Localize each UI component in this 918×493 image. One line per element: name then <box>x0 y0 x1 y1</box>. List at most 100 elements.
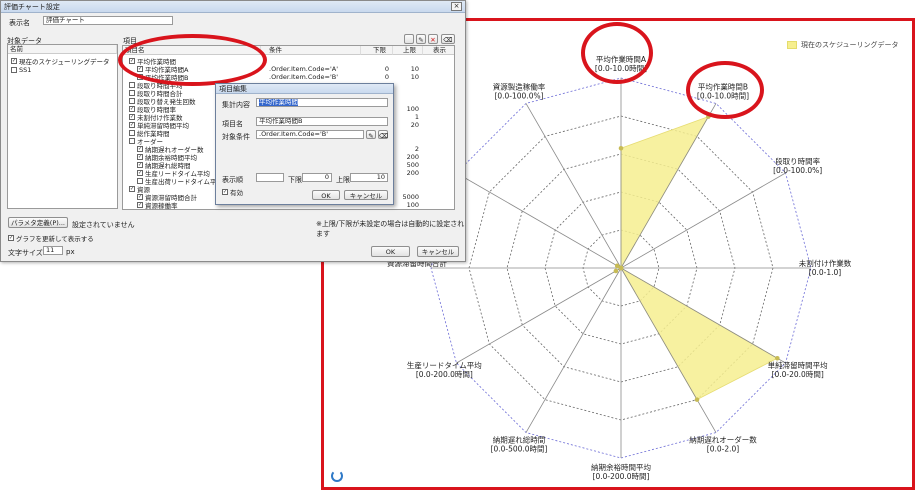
axis-label: 段取り時間率 <box>775 156 820 166</box>
checkbox-icon[interactable]: ✓ <box>137 162 143 168</box>
data-area <box>615 115 779 401</box>
axis-spoke <box>525 103 622 269</box>
refresh-icon[interactable] <box>331 470 343 482</box>
tree-row-label: 資源稼働率 <box>145 202 178 210</box>
axis-spoke <box>456 172 622 269</box>
axis-spoke <box>525 267 622 433</box>
tree-row-upper: 100 <box>406 201 419 209</box>
data-point <box>775 355 780 361</box>
data-point <box>694 397 700 402</box>
name-input[interactable]: 評価チャート <box>43 16 173 25</box>
close-icon[interactable]: × <box>451 2 462 11</box>
edit-condition-icon[interactable]: ✎ <box>366 130 376 140</box>
edit-icon[interactable]: ✎ <box>416 34 426 44</box>
order-input[interactable] <box>256 173 284 182</box>
target-item[interactable]: ✓ 現在のスケジューリングデータ <box>11 57 110 66</box>
checkbox-icon[interactable]: ✓ <box>222 189 228 195</box>
tree-row-upper: 2 <box>414 145 419 153</box>
tree-row-label: 生産出荷リードタイム平均 <box>145 178 223 186</box>
axis-label: 納期余裕時間平均 <box>591 462 651 472</box>
order-label: 表示順 <box>222 176 243 184</box>
checkbox-icon[interactable] <box>129 130 135 136</box>
tree-row-lower: 0 <box>384 73 389 81</box>
checkbox-icon[interactable]: ✓ <box>137 146 143 152</box>
cancel-button[interactable]: キャンセル <box>417 246 459 257</box>
tree-row-upper: 20 <box>410 121 419 129</box>
axis-spoke <box>456 267 622 364</box>
checkbox-icon[interactable] <box>129 82 135 88</box>
target-list: 名前 ✓ 現在のスケジューリングデータ SS1 <box>7 44 118 209</box>
axis-label: 納期遅れオーダー数 <box>689 435 757 445</box>
checkbox-icon[interactable]: ✓ <box>129 186 135 192</box>
dialog-titlebar[interactable]: 評価チャート設定 × <box>1 1 465 13</box>
lower-label: 下限 <box>288 176 302 184</box>
data-point <box>613 268 619 274</box>
tree-row-lower: 0 <box>384 65 389 73</box>
axis-label: 生産リードタイム平均 <box>407 360 482 370</box>
tree-row-upper: 200 <box>406 153 419 161</box>
clear-condition-icon[interactable]: ⌫ <box>378 130 388 140</box>
column-header[interactable]: 上限 <box>393 46 423 55</box>
highlight-ellipse-tree <box>118 34 267 86</box>
param-definition-button[interactable]: パラメタ定義(P)... <box>8 217 68 228</box>
tree-row-upper: 5000 <box>402 193 419 201</box>
ok-button[interactable]: OK <box>371 246 410 257</box>
column-header[interactable]: 表示 <box>423 46 454 55</box>
tree-row-upper: 10 <box>410 73 419 81</box>
subdialog-titlebar[interactable]: 項目編集 <box>216 84 393 94</box>
tree-row-upper: 200 <box>406 169 419 177</box>
subdialog-cancel-button[interactable]: キャンセル <box>344 190 388 200</box>
cond-input[interactable]: .Order.Item.Code='B' <box>256 130 364 139</box>
checkbox-icon[interactable]: ✓ <box>8 235 14 241</box>
axis-range-label: [0.0-100.0%] <box>773 166 822 175</box>
calc-select[interactable]: 平均作業時間 <box>256 98 388 107</box>
data-point <box>618 146 624 151</box>
tree-row-upper: 1 <box>414 113 419 121</box>
checkbox-icon[interactable] <box>129 90 135 96</box>
column-header[interactable]: 下限 <box>361 46 393 55</box>
lower-input[interactable]: 0 <box>302 173 332 182</box>
param-status: 設定されていません <box>72 221 135 229</box>
checkbox-icon[interactable]: ✓ <box>137 170 143 176</box>
checkbox-icon[interactable]: ✓ <box>129 114 135 120</box>
tree-row[interactable]: ✓ 資源稼働率 <box>137 201 178 209</box>
subdialog-ok-button[interactable]: OK <box>312 190 340 200</box>
checkbox-icon[interactable]: ✓ <box>129 122 135 128</box>
data-point <box>618 265 624 271</box>
tree-row-condition: .Order.Item.Code='A' <box>269 65 338 73</box>
enabled-check[interactable]: ✓ 有効 <box>222 188 243 197</box>
note-text: ※上限/下限が未設定の場合は自動的に設定されます <box>316 220 465 238</box>
axis-label: 未割付け作業数 <box>799 258 852 268</box>
cond-label: 対象条件 <box>222 133 250 141</box>
new-item-icon[interactable] <box>404 34 414 44</box>
highlight-ellipse-axis-a <box>581 22 653 84</box>
checkbox-icon[interactable]: ✓ <box>137 202 143 208</box>
column-header[interactable]: 条件 <box>261 46 361 55</box>
font-size-select[interactable]: 11 <box>43 246 63 255</box>
axis-label: 単純滞留時間平均 <box>768 360 828 370</box>
axis-range-label: [0.0-200.0時間] <box>416 370 473 379</box>
chart-legend: 現在のスケジューリングデータ <box>787 40 899 50</box>
axis-range-label: [0.0-2.0] <box>707 445 739 454</box>
checkbox-icon[interactable]: ✓ <box>129 106 135 112</box>
item-name-input[interactable]: 平均作業時間B <box>256 117 388 126</box>
checkbox-icon[interactable] <box>11 67 17 73</box>
checkbox-icon[interactable]: ✓ <box>137 194 143 200</box>
target-item[interactable]: SS1 <box>11 66 31 74</box>
name-label: 表示名 <box>9 19 30 27</box>
upper-input[interactable]: 10 <box>350 173 388 182</box>
axis-label: 納期遅れ総時間 <box>493 435 546 445</box>
checkbox-icon[interactable] <box>129 98 135 104</box>
font-size-unit: px <box>66 248 75 256</box>
axis-range-label: [0.0-200.0時間] <box>593 472 650 481</box>
checkbox-icon[interactable]: ✓ <box>137 154 143 160</box>
tree-row-upper: 10 <box>410 65 419 73</box>
eraser-icon[interactable]: ⌫ <box>441 34 455 44</box>
update-graph-check[interactable]: ✓ グラフを更新して表示する <box>8 234 94 243</box>
delete-icon[interactable]: ✕ <box>428 34 438 44</box>
item-name-label: 項目名 <box>222 120 243 128</box>
axis-range-label: [0.0-20.0時間] <box>772 370 824 379</box>
checkbox-icon[interactable] <box>129 138 135 144</box>
font-size-label: 文字サイズ <box>8 249 43 257</box>
checkbox-icon[interactable]: ✓ <box>11 58 17 64</box>
